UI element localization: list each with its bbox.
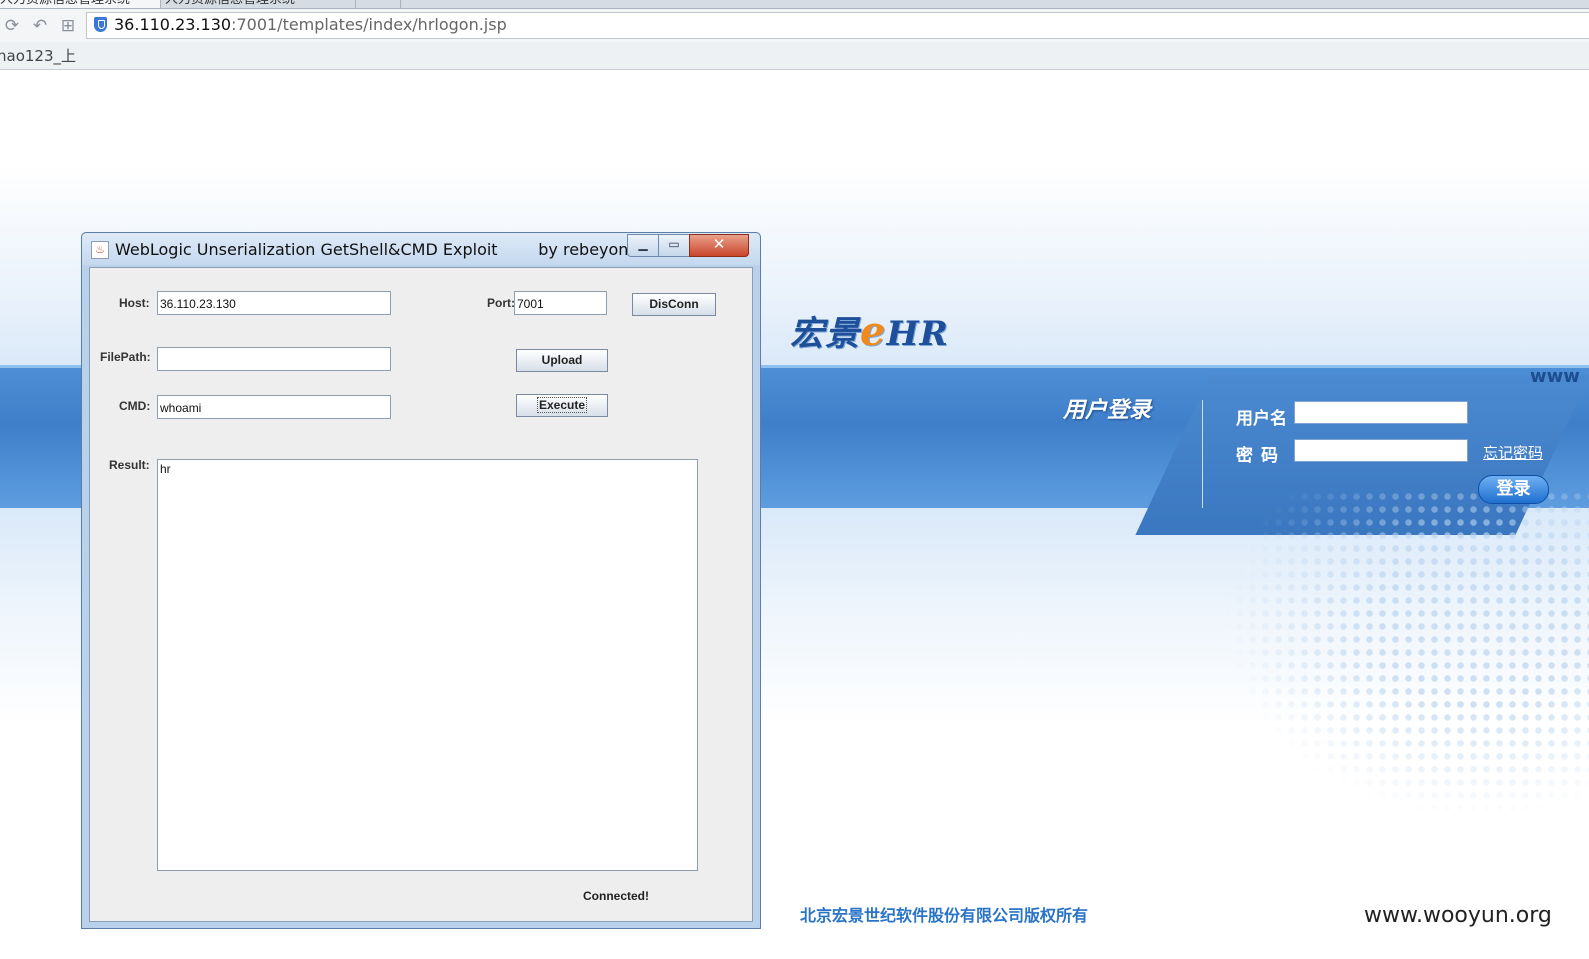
forgot-password-link[interactable]: 忘记密码 — [1483, 442, 1543, 463]
port-input[interactable]: 7001 — [514, 291, 607, 315]
result-label: Result: — [109, 458, 150, 472]
disconn-button[interactable]: DisConn — [632, 293, 716, 316]
password-input[interactable] — [1294, 439, 1468, 462]
site-url-fragment: www — [1530, 366, 1580, 387]
browser-tab[interactable]: 人力资源信息管理系统 — [165, 0, 356, 8]
security-shield-icon — [94, 17, 107, 32]
result-textarea[interactable]: hr — [157, 459, 698, 871]
address-bar[interactable]: 36.110.23.130:7001/templates/index/hrlog… — [86, 12, 1589, 39]
bookmarks-bar: hao123_上 — [0, 42, 1589, 70]
divider — [1202, 400, 1203, 508]
copyright-text: 北京宏景世纪软件股份有限公司版权所有 — [800, 906, 1089, 925]
username-label: 用户名 — [1236, 409, 1287, 429]
cmd-label: CMD: — [119, 399, 151, 413]
filepath-label: FilePath: — [100, 350, 151, 364]
window-title: WebLogic Unserialization GetShell&CMD Ex… — [115, 240, 639, 259]
url-text[interactable]: 36.110.23.130:7001/templates/index/hrlog… — [114, 15, 507, 35]
java-icon: ♨ — [91, 241, 109, 259]
port-label: Port: — [487, 296, 515, 310]
browser-tab-active[interactable]: 人力资源信息管理系统 — [0, 0, 161, 8]
cmd-input[interactable]: whoami — [157, 395, 391, 419]
maximize-icon[interactable]: ▭ — [658, 234, 690, 257]
upload-button[interactable]: Upload — [516, 349, 608, 372]
refresh-icon[interactable]: ⟳ — [2, 16, 22, 36]
grid-icon[interactable]: ⊞ — [58, 16, 78, 36]
login-button[interactable]: 登录 — [1478, 475, 1549, 504]
window-content: Host: 36.110.23.130 Port: 7001 DisConn F… — [89, 267, 753, 922]
globe-dots-decoration — [1220, 490, 1589, 820]
host-label: Host: — [119, 296, 150, 310]
login-title: 用户登录 — [1063, 398, 1152, 423]
password-label: 密码 — [1236, 446, 1286, 466]
filepath-input[interactable] — [157, 347, 391, 371]
close-icon[interactable]: ✕ — [689, 234, 749, 257]
browser-toolbar: ⟳ ↶ ⊞ 36.110.23.130:7001/templates/index… — [0, 9, 1589, 42]
window-controls: ▁ ▭ ✕ — [627, 234, 754, 257]
ehr-logo: 宏景eHR — [790, 308, 949, 355]
exploit-window: ♨ WebLogic Unserialization GetShell&CMD … — [81, 232, 761, 929]
back-icon[interactable]: ↶ — [30, 16, 50, 36]
window-titlebar[interactable]: ♨ WebLogic Unserialization GetShell&CMD … — [82, 233, 760, 265]
execute-button[interactable]: Execute — [516, 394, 608, 417]
username-input[interactable] — [1294, 401, 1468, 424]
connection-status: Connected! — [583, 889, 649, 903]
host-input[interactable]: 36.110.23.130 — [157, 291, 391, 315]
new-tab-button[interactable] — [360, 0, 401, 8]
browser-tab-strip: 人力资源信息管理系统 人力资源信息管理系统 — [0, 0, 1589, 9]
execute-button-label: Execute — [536, 397, 588, 413]
bookmark-hao123[interactable]: hao123_上 — [0, 45, 76, 66]
watermark: www.wooyun.org — [1364, 903, 1552, 928]
minimize-icon[interactable]: ▁ — [627, 234, 659, 257]
